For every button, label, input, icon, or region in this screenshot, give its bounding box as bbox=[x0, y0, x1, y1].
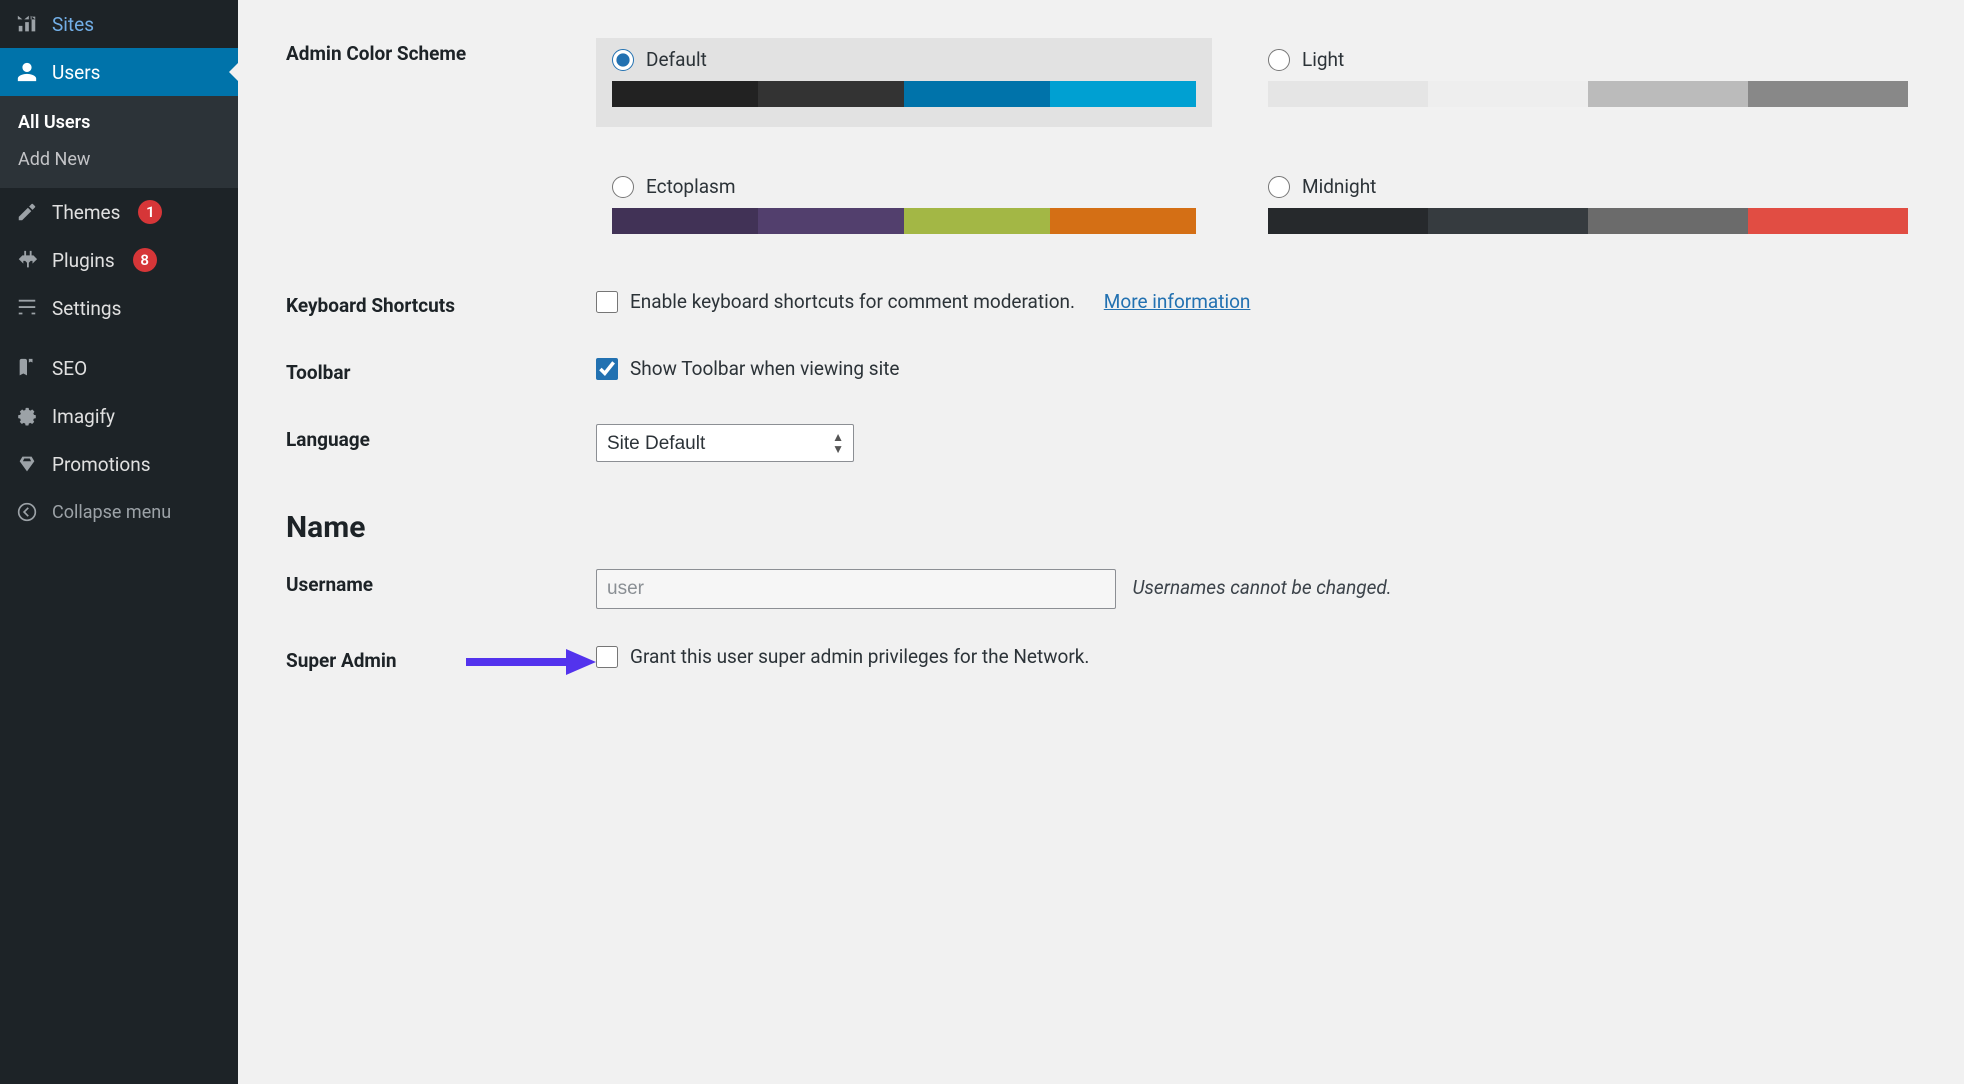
scheme-ectoplasm[interactable]: Ectoplasm bbox=[596, 165, 1212, 254]
username-hint: Usernames cannot be changed. bbox=[1132, 576, 1391, 599]
toolbar-checkbox[interactable] bbox=[596, 358, 618, 380]
scheme-name: Midnight bbox=[1302, 175, 1376, 198]
toolbar-row[interactable]: Show Toolbar when viewing site bbox=[596, 357, 1924, 380]
sidebar-item-label: Settings bbox=[52, 297, 121, 320]
sidebar-item-label: Promotions bbox=[52, 453, 151, 476]
scheme-swatches bbox=[612, 81, 1196, 107]
sidebar-item-promotions[interactable]: Promotions bbox=[0, 440, 238, 488]
scheme-radio-light[interactable] bbox=[1268, 49, 1290, 71]
collapse-label: Collapse menu bbox=[52, 502, 171, 523]
keyboard-shortcuts-text: Enable keyboard shortcuts for comment mo… bbox=[630, 290, 1075, 313]
sites-icon bbox=[14, 11, 40, 37]
super-admin-row[interactable]: Grant this user super admin privileges f… bbox=[596, 645, 1924, 668]
scheme-name: Light bbox=[1302, 48, 1344, 71]
plugins-icon bbox=[14, 247, 40, 273]
sidebar-item-themes[interactable]: Themes 1 bbox=[0, 188, 238, 236]
scheme-radio-default[interactable] bbox=[612, 49, 634, 71]
sidebar-item-label: Plugins bbox=[52, 249, 115, 272]
super-admin-label: Super Admin bbox=[286, 627, 596, 694]
promotions-icon bbox=[14, 451, 40, 477]
main-content: Admin Color Scheme Default bbox=[238, 0, 1964, 1084]
scheme-radio-midnight[interactable] bbox=[1268, 176, 1290, 198]
collapse-icon bbox=[14, 499, 40, 525]
sidebar-item-label: Themes bbox=[52, 201, 120, 224]
sidebar-item-label: Imagify bbox=[52, 405, 115, 428]
seo-icon bbox=[14, 355, 40, 381]
users-icon bbox=[14, 59, 40, 85]
language-label: Language bbox=[286, 406, 596, 480]
sidebar-item-settings[interactable]: Settings bbox=[0, 284, 238, 332]
collapse-menu[interactable]: Collapse menu bbox=[0, 488, 238, 536]
username-input bbox=[596, 569, 1116, 609]
name-section-heading: Name bbox=[286, 510, 1934, 545]
scheme-name: Default bbox=[646, 48, 707, 71]
super-admin-checkbox[interactable] bbox=[596, 646, 618, 668]
color-scheme-label: Admin Color Scheme bbox=[286, 20, 596, 272]
current-pointer bbox=[229, 62, 239, 82]
settings-icon bbox=[14, 295, 40, 321]
sidebar-item-label: SEO bbox=[52, 357, 87, 380]
users-submenu: All Users Add New bbox=[0, 96, 238, 188]
update-badge: 8 bbox=[133, 248, 157, 272]
keyboard-more-info-link[interactable]: More information bbox=[1104, 290, 1251, 313]
keyboard-shortcuts-row[interactable]: Enable keyboard shortcuts for comment mo… bbox=[596, 290, 1924, 313]
username-label: Username bbox=[286, 551, 596, 627]
scheme-midnight[interactable]: Midnight bbox=[1252, 165, 1924, 254]
scheme-default[interactable]: Default bbox=[596, 38, 1212, 127]
scheme-radio-ectoplasm[interactable] bbox=[612, 176, 634, 198]
scheme-swatches bbox=[1268, 208, 1908, 234]
scheme-swatches bbox=[1268, 81, 1908, 107]
language-select-wrap: Site Default ▲▼ bbox=[596, 424, 854, 462]
sidebar-item-label: Sites bbox=[52, 13, 94, 36]
keyboard-shortcuts-checkbox[interactable] bbox=[596, 291, 618, 313]
imagify-icon bbox=[14, 403, 40, 429]
themes-icon bbox=[14, 199, 40, 225]
update-badge: 1 bbox=[138, 200, 162, 224]
scheme-swatches bbox=[612, 208, 1196, 234]
submenu-add-new[interactable]: Add New bbox=[0, 141, 238, 178]
super-admin-text: Grant this user super admin privileges f… bbox=[630, 645, 1089, 668]
toolbar-label: Toolbar bbox=[286, 339, 596, 406]
sidebar-item-seo[interactable]: SEO bbox=[0, 344, 238, 392]
language-select[interactable]: Site Default bbox=[596, 424, 854, 462]
annotation-arrow-icon bbox=[466, 649, 596, 675]
sidebar-item-label: Users bbox=[52, 61, 100, 84]
keyboard-shortcuts-label: Keyboard Shortcuts bbox=[286, 272, 596, 339]
scheme-name: Ectoplasm bbox=[646, 175, 736, 198]
profile-form: Admin Color Scheme Default bbox=[286, 20, 1934, 480]
sidebar-item-imagify[interactable]: Imagify bbox=[0, 392, 238, 440]
submenu-all-users[interactable]: All Users bbox=[0, 104, 238, 141]
color-scheme-picker: Default Light bbox=[596, 38, 1924, 254]
sidebar-item-sites[interactable]: Sites bbox=[0, 0, 238, 48]
sidebar-item-plugins[interactable]: Plugins 8 bbox=[0, 236, 238, 284]
menu-separator bbox=[0, 332, 238, 344]
toolbar-text: Show Toolbar when viewing site bbox=[630, 357, 899, 380]
name-form: Username Usernames cannot be changed. Su… bbox=[286, 551, 1934, 694]
scheme-light[interactable]: Light bbox=[1252, 38, 1924, 127]
sidebar-item-users[interactable]: Users bbox=[0, 48, 238, 96]
admin-sidebar: Sites Users All Users Add New Themes 1 P… bbox=[0, 0, 238, 1084]
